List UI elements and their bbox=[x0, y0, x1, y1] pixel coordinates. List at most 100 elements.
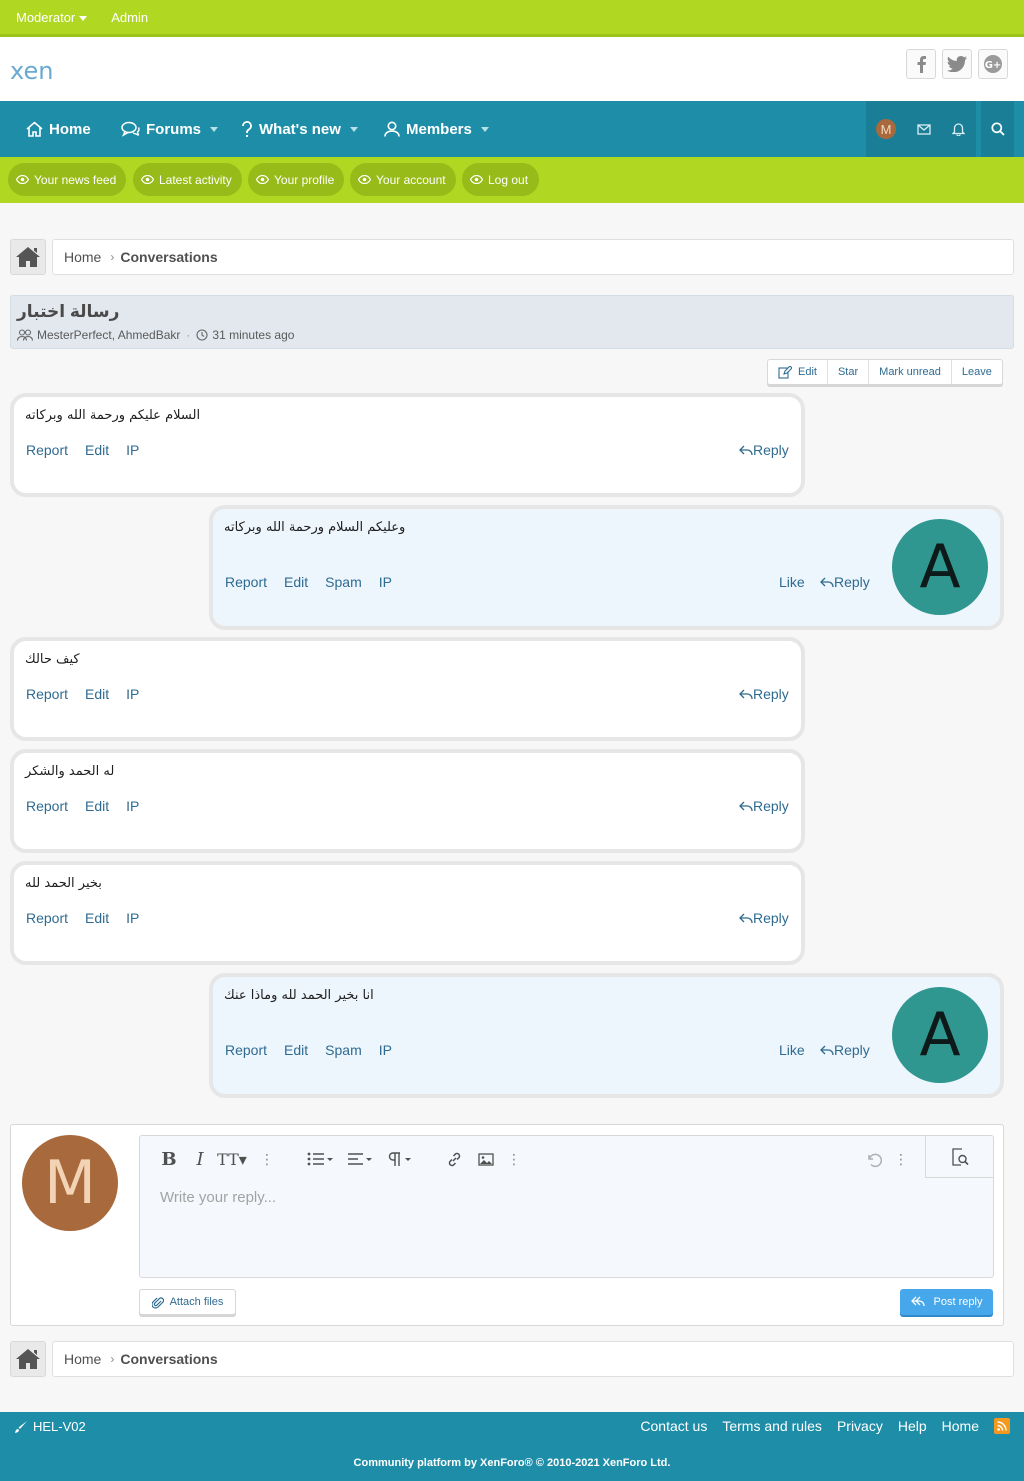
breadcrumb-home[interactable]: Home bbox=[64, 1351, 101, 1367]
caret-down-icon bbox=[210, 126, 219, 132]
reply-link[interactable]: Reply bbox=[739, 910, 789, 926]
alerts-button[interactable] bbox=[941, 101, 976, 157]
footer-home[interactable]: Home bbox=[942, 1418, 979, 1434]
edit-link[interactable]: Edit bbox=[284, 1042, 308, 1058]
reply-link[interactable]: Reply bbox=[739, 442, 789, 458]
attach-files-button[interactable]: Attach files bbox=[139, 1289, 236, 1315]
like-link[interactable]: Like bbox=[779, 1042, 805, 1058]
subnav-log-out[interactable]: Log out bbox=[462, 163, 539, 196]
paragraph-icon[interactable] bbox=[385, 1148, 415, 1170]
star-button[interactable]: Star bbox=[828, 360, 870, 384]
report-link[interactable]: Report bbox=[26, 910, 68, 926]
report-link[interactable]: Report bbox=[225, 574, 267, 590]
copyright: Community platform by XenForo® © 2010-20… bbox=[353, 1457, 671, 1469]
leave-button[interactable]: Leave bbox=[952, 360, 1002, 384]
rss-icon[interactable] bbox=[994, 1418, 1010, 1434]
account-menu[interactable]: M bbox=[866, 101, 906, 157]
report-link[interactable]: Report bbox=[26, 686, 68, 702]
font-size-icon[interactable]: TT▾ bbox=[217, 1148, 247, 1170]
eye-icon bbox=[141, 175, 154, 184]
report-link[interactable]: Report bbox=[225, 1042, 267, 1058]
avatar[interactable]: A bbox=[892, 519, 988, 615]
reply-link[interactable]: Reply bbox=[820, 1042, 870, 1058]
twitter-icon[interactable] bbox=[942, 49, 972, 79]
breadcrumb-conversations[interactable]: Conversations bbox=[120, 1351, 217, 1367]
report-link[interactable]: Report bbox=[26, 798, 68, 814]
google-plus-icon[interactable]: G+ bbox=[978, 49, 1008, 79]
ip-link[interactable]: IP bbox=[126, 442, 139, 458]
breadcrumb-home-icon[interactable] bbox=[10, 239, 46, 275]
breadcrumb-home-icon[interactable] bbox=[10, 1341, 46, 1377]
subnav-your-profile[interactable]: Your profile bbox=[248, 163, 344, 196]
message-text: انا بخير الحمد لله وماذا عنك bbox=[224, 988, 374, 1003]
nav-home[interactable]: Home bbox=[26, 101, 91, 157]
more-icon[interactable]: ⋮ bbox=[894, 1148, 908, 1170]
edit-link[interactable]: Edit bbox=[284, 574, 308, 590]
conversation-actions: Edit Star Mark unread Leave bbox=[767, 359, 1003, 385]
spam-link[interactable]: Spam bbox=[325, 1042, 362, 1058]
italic-icon[interactable]: I bbox=[189, 1148, 211, 1170]
reply-input[interactable]: Write your reply... bbox=[160, 1189, 276, 1206]
edit-link[interactable]: Edit bbox=[85, 910, 109, 926]
reply-link[interactable]: Reply bbox=[820, 574, 870, 590]
message-actions: Report Edit IP bbox=[26, 442, 139, 458]
undo-icon[interactable] bbox=[862, 1148, 884, 1170]
preview-button[interactable] bbox=[925, 1136, 993, 1178]
edit-link[interactable]: Edit bbox=[85, 798, 109, 814]
edit-icon bbox=[778, 365, 792, 379]
subnav-latest-activity[interactable]: Latest activity bbox=[133, 163, 242, 196]
more-icon[interactable]: ⋮ bbox=[507, 1148, 521, 1170]
ip-link[interactable]: IP bbox=[126, 798, 139, 814]
subnav-your-account[interactable]: Your account bbox=[350, 163, 456, 196]
reply-icon bbox=[739, 445, 753, 455]
participants[interactable]: MesterPerfect, AhmedBakr bbox=[37, 328, 180, 342]
avatar[interactable]: M bbox=[22, 1135, 118, 1231]
facebook-icon[interactable] bbox=[906, 49, 936, 79]
edit-button[interactable]: Edit bbox=[768, 360, 828, 384]
ip-link[interactable]: IP bbox=[126, 686, 139, 702]
avatar: M bbox=[876, 119, 896, 139]
image-icon[interactable] bbox=[475, 1148, 497, 1170]
message-text: بخير الحمد لله bbox=[25, 876, 102, 891]
spam-link[interactable]: Spam bbox=[325, 574, 362, 590]
more-icon[interactable]: ⋮ bbox=[260, 1148, 274, 1170]
breadcrumb-home[interactable]: Home bbox=[64, 249, 101, 265]
moderator-menu[interactable]: Moderator bbox=[16, 10, 88, 25]
edit-link[interactable]: Edit bbox=[85, 442, 109, 458]
list-icon[interactable] bbox=[305, 1148, 335, 1170]
reply-link[interactable]: Reply bbox=[739, 686, 789, 702]
message: كيف حالك Report Edit IP Reply bbox=[10, 637, 805, 741]
nav-whats-new[interactable]: What's new bbox=[241, 101, 358, 157]
footer-help[interactable]: Help bbox=[898, 1418, 927, 1434]
ip-link[interactable]: IP bbox=[379, 574, 392, 590]
footer-privacy[interactable]: Privacy bbox=[837, 1418, 883, 1434]
nav-members[interactable]: Members bbox=[384, 101, 489, 157]
mark-unread-button[interactable]: Mark unread bbox=[869, 360, 952, 384]
main-nav: Home Forums What's new Members M bbox=[0, 101, 1024, 157]
message-text: وعليكم السلام ورحمة الله وبركاته bbox=[224, 520, 406, 535]
link-icon[interactable] bbox=[443, 1148, 465, 1170]
avatar[interactable]: A bbox=[892, 987, 988, 1083]
subnav-news-feed[interactable]: Your news feed bbox=[8, 163, 126, 196]
report-link[interactable]: Report bbox=[26, 442, 68, 458]
reply-link[interactable]: Reply bbox=[739, 798, 789, 814]
ip-link[interactable]: IP bbox=[126, 910, 139, 926]
admin-link[interactable]: Admin bbox=[111, 10, 148, 25]
nav-forums[interactable]: Forums bbox=[121, 101, 219, 157]
search-button[interactable] bbox=[981, 101, 1014, 157]
post-reply-button[interactable]: Post reply bbox=[900, 1289, 993, 1315]
align-icon[interactable] bbox=[345, 1148, 375, 1170]
like-link[interactable]: Like bbox=[779, 574, 805, 590]
reply-icon bbox=[739, 801, 753, 811]
ip-link[interactable]: IP bbox=[379, 1042, 392, 1058]
footer-terms[interactable]: Terms and rules bbox=[722, 1418, 822, 1434]
site-logo[interactable]: xen bbox=[10, 57, 53, 85]
style-chooser[interactable]: HEL-V02 bbox=[14, 1419, 86, 1434]
inbox-button[interactable] bbox=[906, 101, 941, 157]
user-icon bbox=[384, 121, 400, 137]
envelope-icon bbox=[916, 123, 931, 135]
footer-contact-us[interactable]: Contact us bbox=[640, 1418, 707, 1434]
breadcrumb-conversations[interactable]: Conversations bbox=[120, 249, 217, 265]
edit-link[interactable]: Edit bbox=[85, 686, 109, 702]
bold-icon[interactable]: B bbox=[158, 1148, 180, 1170]
